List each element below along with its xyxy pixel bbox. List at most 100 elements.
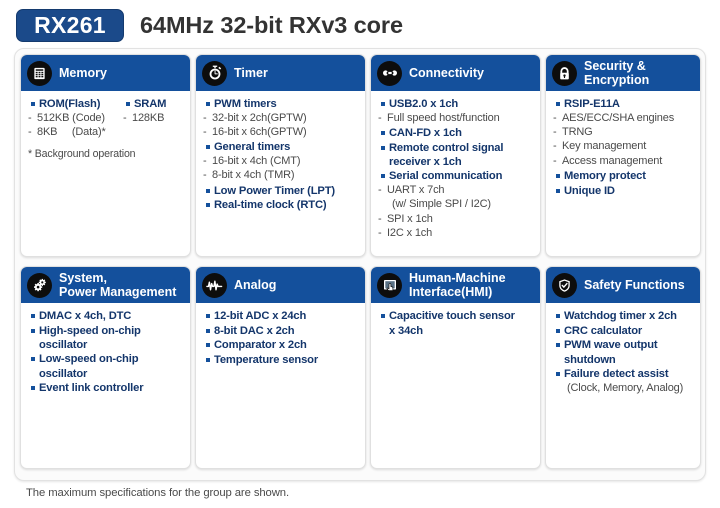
- list-item: CRC calculator: [553, 324, 695, 338]
- list-item-label: UART x 7ch: [387, 183, 445, 196]
- bullet-square-icon: [378, 126, 389, 135]
- card-title-analog: Analog: [234, 278, 277, 292]
- list-item-label: Failure detect assist: [564, 367, 669, 380]
- footer-note: The maximum specifications for the group…: [26, 487, 290, 499]
- card-body-memory: ROM(Flash) - 512KB (Code) - 8KB (Data)*: [21, 91, 190, 164]
- bullet-square-icon: [553, 309, 564, 318]
- dash-icon: -: [203, 111, 207, 124]
- list-item-label: Key management: [562, 140, 647, 153]
- bullet-square-icon: [378, 141, 389, 150]
- list-item-label: Real-time clock (RTC): [214, 199, 327, 212]
- list-item-continuation: shutdown: [564, 353, 616, 366]
- list-item: Memory protect: [553, 169, 695, 183]
- bullet-square-icon: [378, 309, 389, 318]
- list-item: - UART x 7ch: [378, 184, 535, 198]
- memory-chip-icon: [27, 60, 52, 86]
- list-item: - SPI x 1ch: [378, 213, 535, 227]
- card-header-connectivity: Connectivity: [371, 55, 540, 91]
- list-item-continuation: oscillator: [39, 367, 88, 380]
- page-title: 64MHz 32-bit RXv3 core: [140, 11, 403, 38]
- bullet-square-icon: [378, 97, 389, 106]
- list-item-label: (Clock, Memory, Analog): [567, 381, 684, 394]
- lock-icon: [552, 60, 577, 86]
- list-item: PWM timers: [203, 97, 360, 111]
- list-item: Serial communication: [378, 169, 535, 183]
- list-item-label: 16-bit x 4ch (CMT): [212, 154, 301, 167]
- list-item: Temperature sensor: [203, 353, 360, 367]
- list-item-continuation: oscillator: [39, 339, 88, 352]
- chip-badge-label: RX261: [34, 11, 106, 38]
- dash-icon: -: [28, 111, 32, 124]
- card-header-memory: Memory: [21, 55, 190, 91]
- list-item: -16-bit x 6ch(GPTW): [203, 126, 360, 140]
- list-item-continuation: x 34ch: [389, 324, 423, 337]
- gears-icon: [27, 272, 52, 298]
- card-body-connectivity: USB2.0 x 1ch - Full speed host/function C…: [371, 91, 540, 245]
- list-item: PWM wave output: [553, 338, 695, 352]
- bullet-square-icon: [378, 169, 389, 179]
- list-item-label: 8-bit DAC x 2ch: [214, 324, 295, 337]
- list-item-label: 32-bit x 2ch(GPTW): [212, 111, 307, 124]
- list-item-label: 8-bit x 4ch (TMR): [212, 169, 295, 182]
- dash-icon: -: [553, 140, 557, 153]
- list-item: Unique ID: [553, 184, 695, 198]
- list-item: 8-bit DAC x 2ch: [203, 324, 360, 338]
- card-header-timer: Timer: [196, 55, 365, 91]
- card-memory: Memory ROM(Flash) - 512KB (Code) - 8KB (…: [20, 54, 191, 257]
- card-body-hmi: Capacitive touch sensor x 34ch: [371, 303, 540, 342]
- bullet-square-icon: [28, 309, 39, 318]
- list-item: - 8KB (Data)*: [28, 126, 123, 140]
- list-item-label: USB2.0 x 1ch: [389, 98, 459, 110]
- list-item-label: Capacitive touch sensor: [389, 310, 515, 322]
- bullet-square-icon: [28, 381, 39, 391]
- list-item-label: 16-bit x 6ch(GPTW): [212, 125, 307, 138]
- card-title-security: Security & Encryption: [584, 59, 650, 87]
- list-item-label: Event link controller: [39, 382, 144, 395]
- bullet-square-icon: [203, 198, 214, 208]
- list-item: Capacitive touch sensor: [378, 309, 535, 323]
- touch-screen-icon: [377, 272, 402, 298]
- list-item-label: CAN-FD x 1ch: [389, 126, 462, 139]
- bullet-square-icon: [203, 184, 214, 193]
- card-body-security: RSIP-E11A - AES/ECC/SHA engines - TRNG - Ke…: [546, 91, 700, 202]
- list-item: - Key management: [553, 140, 695, 154]
- list-item: High-speed on-chip: [28, 324, 185, 338]
- memory-columns: ROM(Flash) - 512KB (Code) - 8KB (Data)*: [28, 97, 185, 140]
- bullet-square-icon: [553, 338, 564, 348]
- bullet-square-icon: [123, 97, 134, 106]
- list-item: Remote control signal: [378, 141, 535, 155]
- card-title-connectivity: Connectivity: [409, 66, 485, 80]
- list-item-label: ROM(Flash): [39, 98, 101, 110]
- dash-icon: -: [378, 212, 382, 225]
- list-item-label: PWM timers: [214, 98, 277, 110]
- list-item-label: Temperature sensor: [214, 353, 319, 366]
- list-item: RSIP-E11A: [553, 97, 695, 111]
- bullet-square-icon: [203, 140, 214, 150]
- dash-icon: -: [203, 154, 207, 167]
- bullet-square-icon: [203, 353, 214, 362]
- list-item: -32-bit x 2ch(GPTW): [203, 112, 360, 126]
- card-connectivity: Connectivity USB2.0 x 1ch - Full speed ho…: [370, 54, 541, 257]
- list-item: Comparator x 2ch: [203, 338, 360, 352]
- list-item-label: CRC calculator: [564, 324, 643, 337]
- list-item-label: Watchdog timer x 2ch: [564, 310, 677, 322]
- list-item: Low-speed on-chip: [28, 352, 185, 366]
- dash-icon: -: [378, 111, 382, 124]
- shield-check-icon: [552, 272, 577, 298]
- list-item: General timers: [203, 140, 360, 154]
- list-item: 12-bit ADC x 24ch: [203, 309, 360, 323]
- card-body-safety: Watchdog timer x 2ch CRC calculator PWM …: [546, 303, 700, 400]
- list-item: (Clock, Memory, Analog): [553, 382, 695, 396]
- card-analog: Analog 12-bit ADC x 24ch 8-bit DAC x 2ch…: [195, 266, 366, 469]
- list-item: USB2.0 x 1ch: [378, 97, 535, 111]
- bullet-square-icon: [28, 97, 39, 106]
- card-header-system-power: System, Power Management: [21, 267, 190, 303]
- list-item-label: 12-bit ADC x 24ch: [214, 310, 307, 322]
- list-item: CAN-FD x 1ch: [378, 126, 535, 140]
- card-system-power: System, Power Management DMAC x 4ch, DTC…: [20, 266, 191, 469]
- card-title-safety: Safety Functions: [584, 278, 685, 292]
- card-title-system-power: System, Power Management: [59, 271, 177, 299]
- list-item-label: High-speed on-chip: [39, 324, 141, 337]
- chip-badge: RX261: [16, 8, 124, 42]
- list-item: Low Power Timer (LPT): [203, 184, 360, 198]
